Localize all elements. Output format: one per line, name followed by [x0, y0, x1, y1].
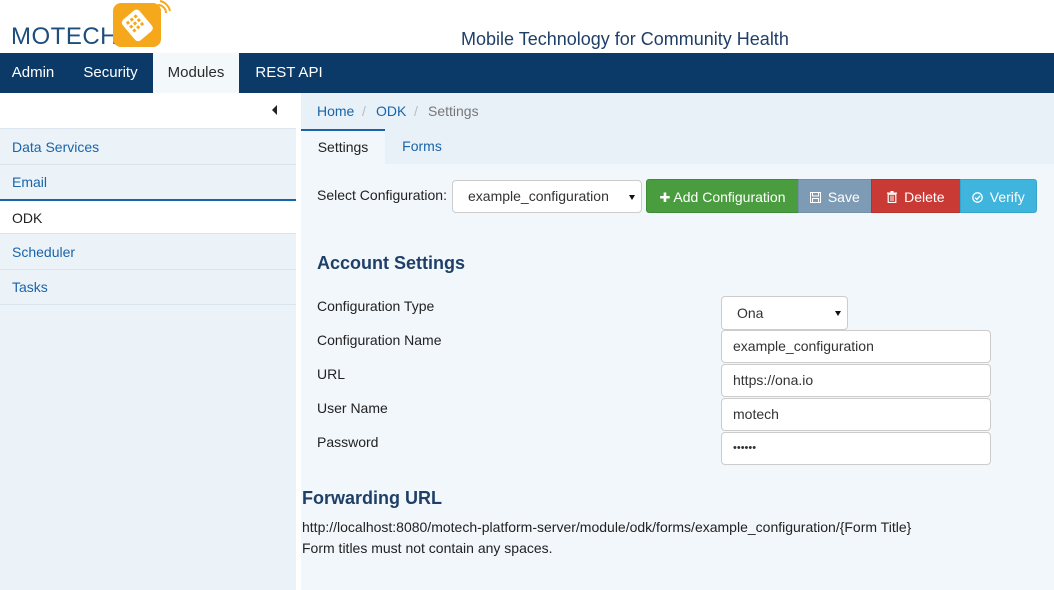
trash-icon — [887, 190, 901, 205]
sidebar-item-odk[interactable]: ODK — [0, 199, 296, 234]
breadcrumb: Home / ODK / Settings — [301, 93, 1054, 129]
nav-admin[interactable]: Admin — [0, 53, 66, 93]
sidebar-item-email[interactable]: Email — [0, 165, 296, 200]
url-input[interactable]: https://ona.io — [721, 364, 991, 397]
sidebar: Data Services Email ODK Scheduler Tasks — [0, 93, 296, 590]
tagline: Mobile Technology for Community Health — [461, 29, 789, 49]
app-header: MOTECH Mobile Technology for Community H… — [0, 0, 1054, 53]
nav-security[interactable]: Security — [69, 53, 152, 93]
breadcrumb-current: Settings — [428, 103, 479, 119]
save-button[interactable]: Save — [798, 179, 872, 213]
user-name-input[interactable]: motech — [721, 398, 991, 431]
verify-button[interactable]: Verify — [960, 179, 1037, 213]
chevron-down-icon — [629, 194, 635, 200]
forwarding-url-text: http://localhost:8080/motech-platform-se… — [302, 519, 912, 535]
sidebar-toggle[interactable] — [0, 93, 296, 129]
tab-settings[interactable]: Settings — [301, 129, 385, 164]
sidebar-item-tasks[interactable]: Tasks — [0, 270, 296, 305]
breadcrumb-separator: / — [414, 103, 418, 119]
sidebar-item-data-services[interactable]: Data Services — [0, 130, 296, 165]
main-navbar: Admin Security Modules REST API — [0, 53, 1054, 93]
chevron-down-icon — [835, 311, 841, 316]
password-label: Password — [317, 434, 379, 450]
check-circle-icon — [972, 190, 987, 205]
add-configuration-button[interactable]: ✚ Add Configuration — [646, 179, 799, 213]
save-label: Save — [827, 189, 860, 205]
select-configuration-label: Select Configuration: — [317, 187, 447, 203]
sidebar-item-scheduler[interactable]: Scheduler — [0, 235, 296, 270]
configuration-type-value: Ona — [737, 305, 764, 321]
plus-icon: ✚ — [659, 190, 671, 205]
nav-modules[interactable]: Modules — [153, 53, 239, 93]
user-name-label: User Name — [317, 400, 388, 416]
breadcrumb-separator: / — [362, 103, 366, 119]
password-input[interactable]: •••••• — [721, 432, 991, 465]
nav-rest-api[interactable]: REST API — [240, 53, 338, 93]
tab-forms[interactable]: Forms — [385, 129, 459, 164]
breadcrumb-home[interactable]: Home — [317, 103, 354, 119]
configuration-select-value: example_configuration — [468, 188, 609, 204]
delete-button[interactable]: Delete — [871, 179, 961, 213]
configuration-select[interactable]: example_configuration — [452, 180, 642, 213]
caret-left-icon[interactable] — [272, 105, 277, 115]
tab-bar: Settings Forms — [301, 129, 1054, 164]
breadcrumb-odk[interactable]: ODK — [376, 103, 406, 119]
motech-logo-icon[interactable] — [110, 0, 172, 50]
delete-label: Delete — [904, 189, 945, 205]
url-label: URL — [317, 366, 346, 382]
forwarding-url-heading: Forwarding URL — [302, 488, 442, 508]
forwarding-url-note: Form titles must not contain any spaces. — [302, 540, 553, 556]
configuration-name-label: Configuration Name — [317, 332, 442, 348]
verify-label: Verify — [989, 189, 1025, 205]
account-settings-heading: Account Settings — [317, 253, 466, 273]
add-configuration-label: Add Configuration — [673, 189, 786, 205]
floppy-icon — [810, 190, 825, 205]
main-content: Home / ODK / Settings Settings Forms Sel… — [301, 93, 1054, 590]
configuration-type-label: Configuration Type — [317, 298, 435, 314]
configuration-name-input[interactable]: example_configuration — [721, 330, 991, 363]
logo-text[interactable]: MOTECH — [11, 24, 118, 50]
configuration-type-select[interactable]: Ona — [721, 296, 848, 330]
